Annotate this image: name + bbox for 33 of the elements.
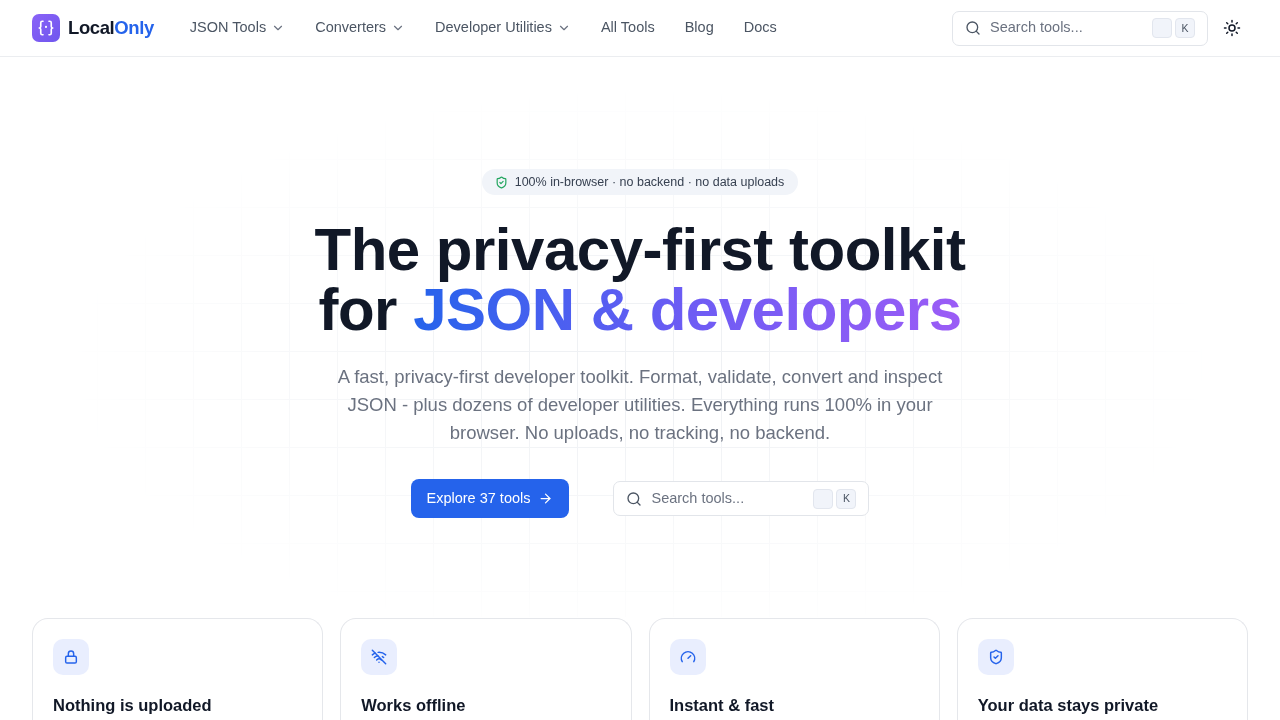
search-input[interactable]: Search tools... [651,487,805,510]
nav-link[interactable]: Docs [743,17,777,39]
gauge-icon [669,639,706,675]
nav-link[interactable]: All Tools [600,17,655,39]
shortcut-key: K [1175,18,1195,38]
keycap-icon [813,488,834,509]
dropdown-nav-link[interactable]: JSON Tools [189,17,286,39]
dropdown-nav-link[interactable]: Converters [315,17,406,39]
shield-check-icon [977,639,1014,675]
search-icon [626,490,643,507]
shield-check-icon [494,175,508,189]
search-icon [965,20,981,36]
feature-title: Nothing is uploaded [53,695,213,715]
wifi-off-icon [361,639,398,675]
search-field[interactable]: Search tools... K [613,481,870,516]
privacy-note-text: 100% in-browser · no backend · no data uploads [514,173,785,191]
hero-heading: The privacy-first toolkit for JSON & developers [313,220,967,340]
explore-tools-button[interactable]: Explore 37 tools [410,479,570,518]
search-input[interactable]: Search tools... [990,17,1143,39]
lock-icon [53,639,89,675]
logo-link[interactable]: LocalOnly [32,14,154,42]
feature-title: Your data stays private [977,695,1160,715]
feature-title: Works offline [361,695,467,715]
keycap-icon [1152,18,1172,38]
feature-title: Instant & fast [669,695,775,715]
search-field[interactable]: Search tools... K [952,10,1208,46]
hero-description: A fast, privacy-first developer toolkit. Format, validate, convert and inspect JSON - plus dozens of developer utilities. Everything runs 100% in your browser. No uploads, no tracking, no backend. [336,365,944,445]
arrow-right-icon [538,491,554,506]
nav-link[interactable]: Blog [684,17,714,39]
sun-icon [1223,19,1241,37]
shortcut-key: K [836,488,857,509]
dropdown-nav-link[interactable]: Developer Utilities [435,17,571,39]
braces-logo-icon[interactable] [32,14,60,42]
